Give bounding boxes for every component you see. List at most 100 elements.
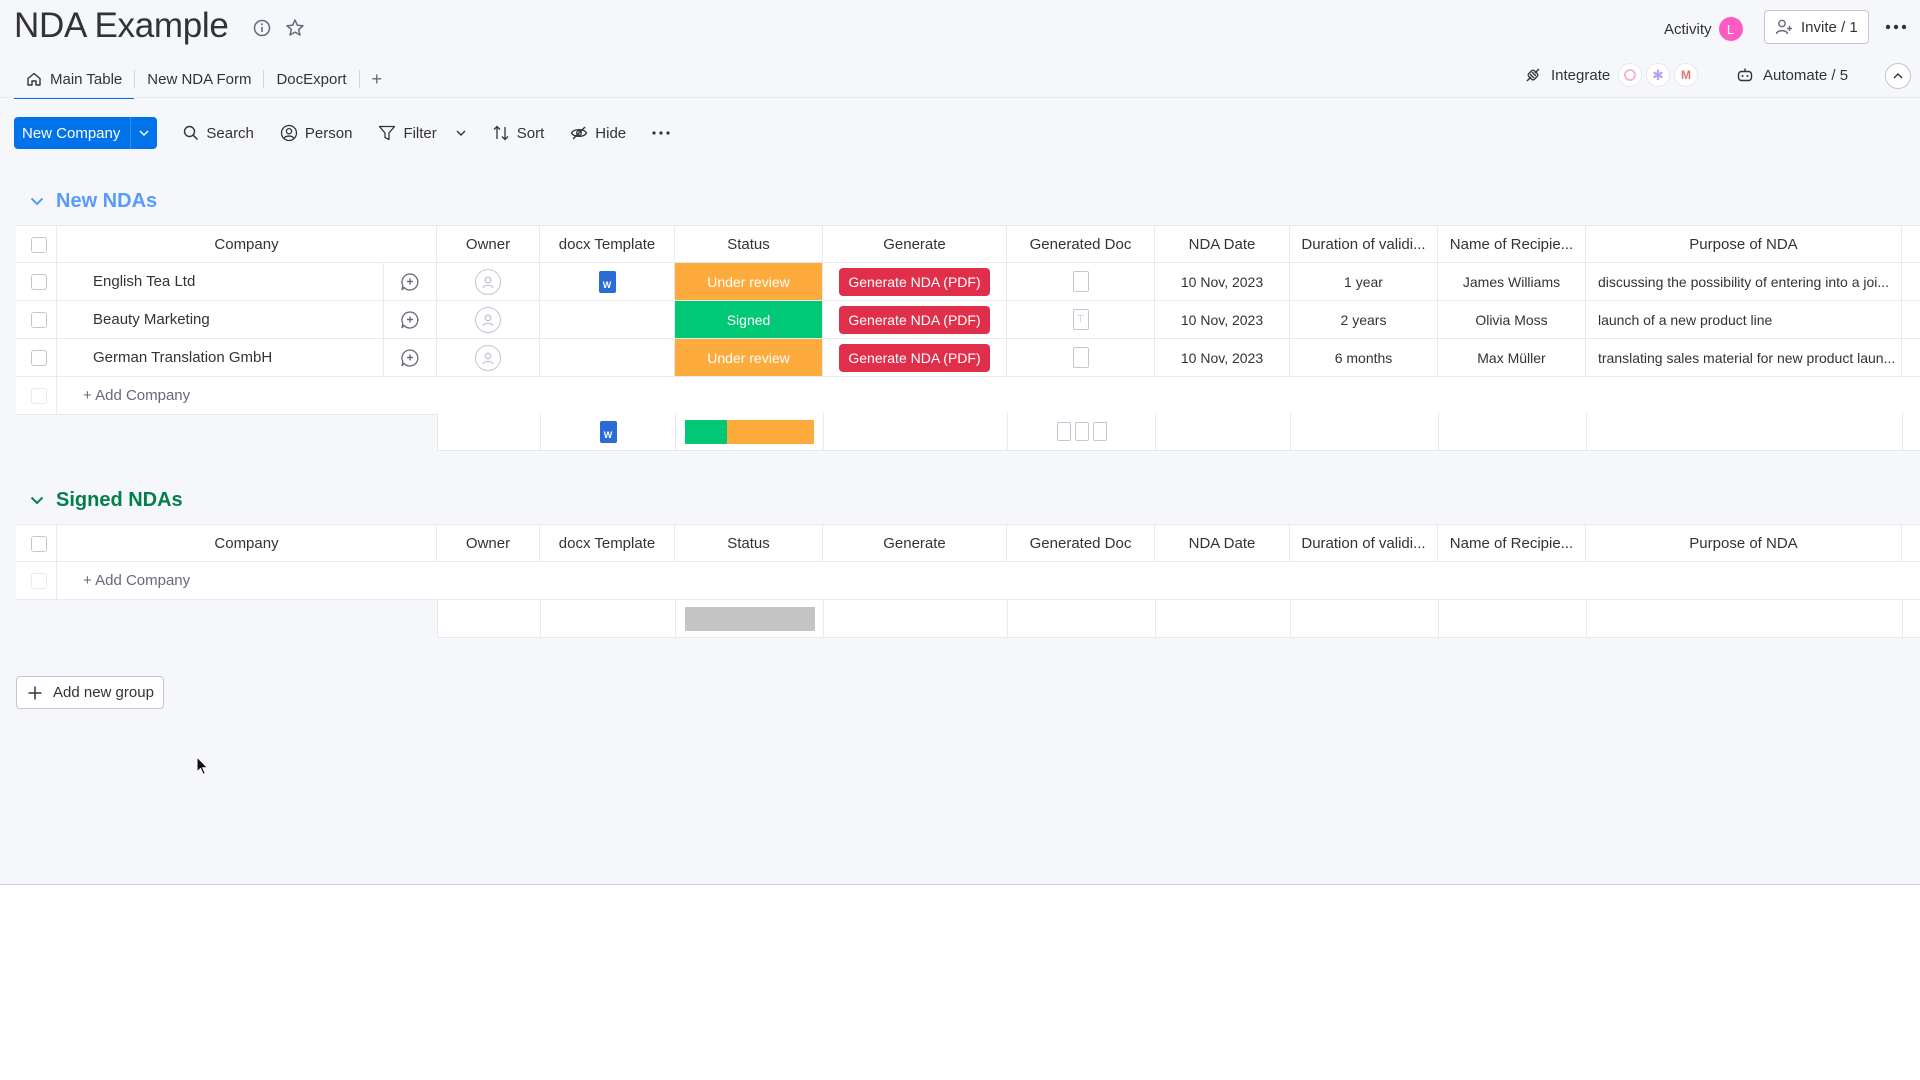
add-update-icon[interactable] xyxy=(400,348,420,368)
add-view-button[interactable]: + xyxy=(360,60,395,98)
column-header-status[interactable]: Status xyxy=(675,226,823,263)
new-item-dropdown[interactable] xyxy=(130,117,157,149)
sort-button[interactable]: Sort xyxy=(492,124,544,142)
add-new-group-button[interactable]: Add new group xyxy=(16,676,164,709)
integrate-button[interactable]: Integrate xyxy=(1524,66,1610,84)
row-checkbox[interactable] xyxy=(31,273,47,290)
recipient-name[interactable]: James Williams xyxy=(1438,263,1586,300)
status-distribution-bar[interactable] xyxy=(684,419,815,444)
integration-apps[interactable]: ✱ M xyxy=(1618,63,1698,87)
file-icon[interactable]: ⊤ xyxy=(1072,309,1089,330)
nda-purpose[interactable]: translating sales material for new produ… xyxy=(1586,339,1902,376)
generated-doc-cell[interactable] xyxy=(1007,263,1155,300)
table-row[interactable]: German Translation GmbH Under review Gen… xyxy=(16,339,1920,377)
summary-generated-doc[interactable] xyxy=(1008,413,1156,450)
toolbar-more-icon[interactable] xyxy=(652,131,670,135)
column-header-nda-date[interactable]: NDA Date xyxy=(1155,525,1290,562)
group-title[interactable]: New NDAs xyxy=(56,190,157,213)
status-label[interactable]: Under review xyxy=(675,339,822,376)
tab-main-table[interactable]: Main Table xyxy=(14,60,135,99)
column-header-generated-doc[interactable]: Generated Doc xyxy=(1007,226,1155,263)
status-label[interactable]: Under review xyxy=(675,263,822,300)
generate-nda-button[interactable]: Generate NDA (PDF) xyxy=(839,305,990,334)
file-icon[interactable] xyxy=(1072,347,1089,368)
add-item-row[interactable]: + Add Company xyxy=(16,562,1920,600)
column-header-nda-date[interactable]: NDA Date xyxy=(1155,226,1290,263)
column-header-duration[interactable]: Duration of validi... xyxy=(1290,525,1438,562)
filter-button[interactable]: Filter xyxy=(378,124,466,142)
chevron-down-icon[interactable] xyxy=(30,197,44,206)
add-company-input[interactable]: + Add Company xyxy=(57,562,1902,599)
group-header-signed-ndas[interactable]: Signed NDAs xyxy=(30,489,183,512)
tab-docexport[interactable]: DocExport xyxy=(264,60,358,98)
word-document-icon[interactable]: W xyxy=(599,420,617,443)
add-company-input[interactable]: + Add Company xyxy=(57,377,1902,414)
add-item-row[interactable]: + Add Company xyxy=(16,377,1920,415)
nda-purpose[interactable]: discussing the possibility of entering i… xyxy=(1586,263,1902,300)
file-icon[interactable] xyxy=(1072,271,1089,292)
add-update-icon[interactable] xyxy=(400,310,420,330)
column-header-status[interactable]: Status xyxy=(675,525,823,562)
activity-button[interactable]: Activity L xyxy=(1664,17,1743,41)
row-checkbox[interactable] xyxy=(31,311,47,328)
owner-cell[interactable] xyxy=(437,339,540,376)
column-header-owner[interactable]: Owner xyxy=(437,525,540,562)
recipient-name[interactable]: Max Müller xyxy=(1438,339,1586,376)
column-header-company[interactable]: Company xyxy=(57,525,437,562)
column-header-generate[interactable]: Generate xyxy=(823,226,1007,263)
table-row[interactable]: English Tea Ltd W Under review Generate … xyxy=(16,263,1920,301)
column-header-company[interactable]: Company xyxy=(57,226,437,263)
status-cell[interactable]: Under review xyxy=(675,339,823,376)
new-company-button[interactable]: New Company xyxy=(14,117,158,149)
word-document-icon[interactable]: W xyxy=(598,270,616,293)
company-name[interactable]: Beauty Marketing xyxy=(57,301,384,338)
table-row[interactable]: Beauty Marketing Signed Generate NDA (PD… xyxy=(16,301,1920,339)
owner-cell[interactable] xyxy=(437,263,540,300)
row-checkbox[interactable] xyxy=(31,349,47,366)
status-label[interactable]: Signed xyxy=(675,301,822,338)
updates-cell[interactable] xyxy=(384,301,437,338)
person-filter-button[interactable]: Person xyxy=(280,124,352,142)
collapse-header-button[interactable] xyxy=(1885,63,1911,89)
invite-button[interactable]: Invite / 1 xyxy=(1764,10,1869,44)
column-header-owner[interactable]: Owner xyxy=(437,226,540,263)
nda-date[interactable]: 10 Nov, 2023 xyxy=(1155,339,1290,376)
tab-new-nda-form[interactable]: New NDA Form xyxy=(135,60,263,98)
column-header-duration[interactable]: Duration of validi... xyxy=(1290,226,1438,263)
info-icon[interactable] xyxy=(252,18,272,38)
docx-template-cell[interactable] xyxy=(540,339,675,376)
search-button[interactable]: Search xyxy=(183,125,254,142)
column-header-purpose[interactable]: Purpose of NDA xyxy=(1586,525,1902,562)
status-distribution-bar[interactable] xyxy=(684,606,815,631)
chevron-down-icon[interactable] xyxy=(30,496,44,505)
duration-value[interactable]: 1 year xyxy=(1290,263,1438,300)
column-header-generate[interactable]: Generate xyxy=(823,525,1007,562)
column-header-purpose[interactable]: Purpose of NDA xyxy=(1586,226,1902,263)
docx-template-cell[interactable]: W xyxy=(540,263,675,300)
select-all-checkbox[interactable] xyxy=(31,236,47,253)
duration-value[interactable]: 2 years xyxy=(1290,301,1438,338)
duration-value[interactable]: 6 months xyxy=(1290,339,1438,376)
hide-button[interactable]: Hide xyxy=(570,124,626,142)
company-name[interactable]: English Tea Ltd xyxy=(57,263,384,300)
chevron-down-icon[interactable] xyxy=(456,130,466,136)
updates-cell[interactable] xyxy=(384,339,437,376)
add-update-icon[interactable] xyxy=(400,272,420,292)
column-header-generated-doc[interactable]: Generated Doc xyxy=(1007,525,1155,562)
column-header-docx-template[interactable]: docx Template xyxy=(540,226,675,263)
status-cell[interactable]: Signed xyxy=(675,301,823,338)
company-name[interactable]: German Translation GmbH xyxy=(57,339,384,376)
column-header-recipient[interactable]: Name of Recipie... xyxy=(1438,525,1586,562)
summary-status[interactable] xyxy=(676,413,824,450)
nda-date[interactable]: 10 Nov, 2023 xyxy=(1155,301,1290,338)
generate-nda-button[interactable]: Generate NDA (PDF) xyxy=(839,267,990,296)
generate-nda-button[interactable]: Generate NDA (PDF) xyxy=(839,343,990,372)
group-header-new-ndas[interactable]: New NDAs xyxy=(30,190,157,213)
star-icon[interactable] xyxy=(284,17,306,39)
owner-cell[interactable] xyxy=(437,301,540,338)
updates-cell[interactable] xyxy=(384,263,437,300)
column-header-recipient[interactable]: Name of Recipie... xyxy=(1438,226,1586,263)
select-all-checkbox[interactable] xyxy=(31,535,47,552)
nda-date[interactable]: 10 Nov, 2023 xyxy=(1155,263,1290,300)
summary-status[interactable] xyxy=(676,600,824,637)
